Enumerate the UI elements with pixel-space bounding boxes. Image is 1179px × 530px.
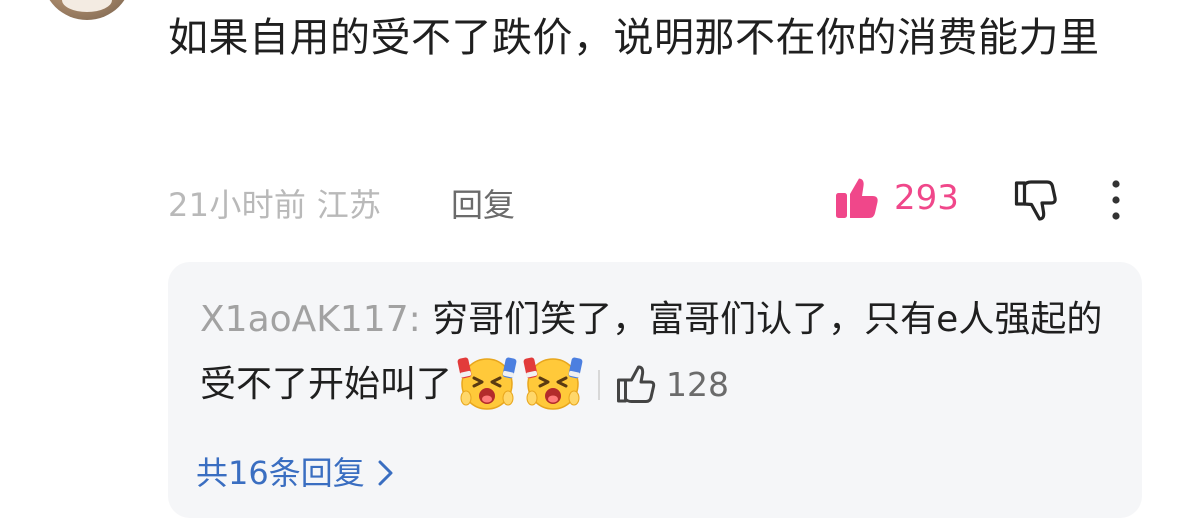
chevron-right-icon bbox=[378, 460, 393, 486]
sub-reply-content: X1aoAK117: 穷哥们笑了，富哥们认了，只有e人强起的受不了开始叫了 12… bbox=[200, 288, 1120, 417]
sub-reply-box[interactable]: X1aoAK117: 穷哥们笑了，富哥们认了，只有e人强起的受不了开始叫了 12… bbox=[168, 262, 1142, 518]
grimacing-face-emoji-icon bbox=[523, 357, 583, 410]
divider bbox=[598, 370, 601, 400]
reply-like-count: 128 bbox=[666, 365, 730, 404]
reply-username[interactable]: X1aoAK117: bbox=[200, 299, 421, 340]
replies-count-label: 共16条回复 bbox=[196, 454, 365, 492]
view-all-replies-link[interactable]: 共16条回复 bbox=[196, 448, 395, 494]
thumbs-down-icon[interactable] bbox=[1014, 178, 1058, 222]
reply-button[interactable]: 回复 bbox=[451, 180, 515, 226]
thumbs-up-outline-icon[interactable] bbox=[616, 364, 656, 404]
comment-meta-row: 21小时前 江苏 回复 293 bbox=[168, 176, 1168, 224]
grimacing-face-emoji-icon bbox=[457, 357, 517, 410]
timestamp-location: 21小时前 江苏 bbox=[168, 186, 382, 224]
like-count: 293 bbox=[894, 178, 959, 218]
avatar[interactable] bbox=[42, 0, 132, 20]
comment-text: 如果自用的受不了跌价，说明那不在你的消费能力里 bbox=[168, 15, 1100, 61]
more-vertical-icon[interactable] bbox=[1108, 178, 1124, 222]
thumbs-up-icon[interactable] bbox=[835, 176, 879, 220]
